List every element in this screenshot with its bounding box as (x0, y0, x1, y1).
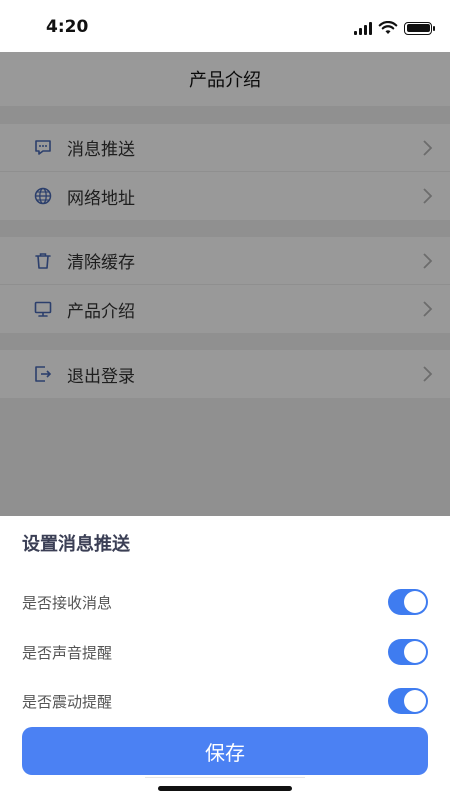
receive-messages-toggle[interactable] (388, 589, 428, 615)
option-label: 是否震动提醒 (22, 692, 113, 711)
status-icons (354, 20, 435, 36)
sheet-title: 设置消息推送 (22, 534, 130, 555)
save-button[interactable]: 保存 (22, 727, 428, 775)
option-sound-alert: 是否声音提醒 (22, 637, 428, 667)
option-label: 是否接收消息 (22, 593, 113, 612)
option-receive-messages: 是否接收消息 (22, 587, 428, 617)
toggle-knob (404, 591, 426, 613)
sound-alert-toggle[interactable] (388, 639, 428, 665)
home-indicator[interactable] (158, 786, 292, 791)
divider (145, 777, 305, 778)
vibration-alert-toggle[interactable] (388, 688, 428, 714)
toggle-knob (404, 690, 426, 712)
toggle-knob (404, 641, 426, 663)
status-bar: 4:20 (0, 0, 450, 52)
signal-icon (354, 21, 372, 35)
option-label: 是否声音提醒 (22, 643, 113, 662)
modal-overlay[interactable] (0, 52, 450, 516)
wifi-icon (378, 21, 398, 34)
push-settings-sheet: 设置消息推送 是否接收消息 是否声音提醒 是否震动提醒 保存 (0, 516, 450, 800)
status-time: 4:20 (46, 17, 89, 37)
battery-icon (404, 21, 435, 35)
option-vibration-alert: 是否震动提醒 (22, 686, 428, 716)
